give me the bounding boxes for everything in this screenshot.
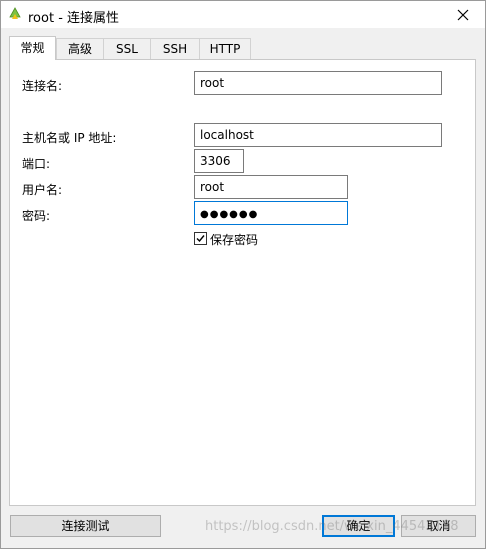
tab-general[interactable]: 常规 — [9, 36, 56, 60]
host-label: 主机名或 IP 地址: — [22, 131, 117, 145]
tab-http[interactable]: HTTP — [199, 38, 251, 59]
navicat-icon — [9, 7, 21, 19]
ok-button[interactable]: 确定 — [322, 515, 395, 537]
save-password-checkbox[interactable] — [194, 232, 207, 245]
password-value: ●●●●●● — [200, 209, 259, 220]
password-label: 密码: — [22, 209, 51, 223]
username-label: 用户名: — [22, 183, 63, 197]
cancel-button[interactable]: 取消 — [401, 515, 476, 537]
test-connection-button[interactable]: 连接测试 — [10, 515, 161, 537]
tab-ssl[interactable]: SSL — [103, 38, 151, 59]
title-bar[interactable]: root - 连接属性 — [1, 1, 485, 28]
tab-ssh[interactable]: SSH — [150, 38, 200, 59]
window-title: root - 连接属性 — [28, 11, 120, 26]
close-button[interactable] — [441, 1, 485, 28]
connection-name-input[interactable]: root — [194, 71, 442, 95]
password-input[interactable]: ●●●●●● — [194, 201, 348, 225]
username-input[interactable]: root — [194, 175, 348, 199]
tab-advanced[interactable]: 高级 — [56, 38, 104, 59]
port-label: 端口: — [22, 157, 51, 171]
checkmark-icon — [196, 235, 205, 243]
save-password-label: 保存密码 — [210, 233, 259, 247]
general-panel: 连接名: root 主机名或 IP 地址: localhost 端口: 3306… — [9, 59, 476, 506]
close-icon — [457, 9, 469, 20]
host-input[interactable]: localhost — [194, 123, 442, 147]
connection-name-label: 连接名: — [22, 79, 63, 93]
dialog-window: root - 连接属性 常规 高级 SSL SSH HTTP 连接名: root… — [0, 0, 486, 549]
port-input[interactable]: 3306 — [194, 149, 244, 173]
